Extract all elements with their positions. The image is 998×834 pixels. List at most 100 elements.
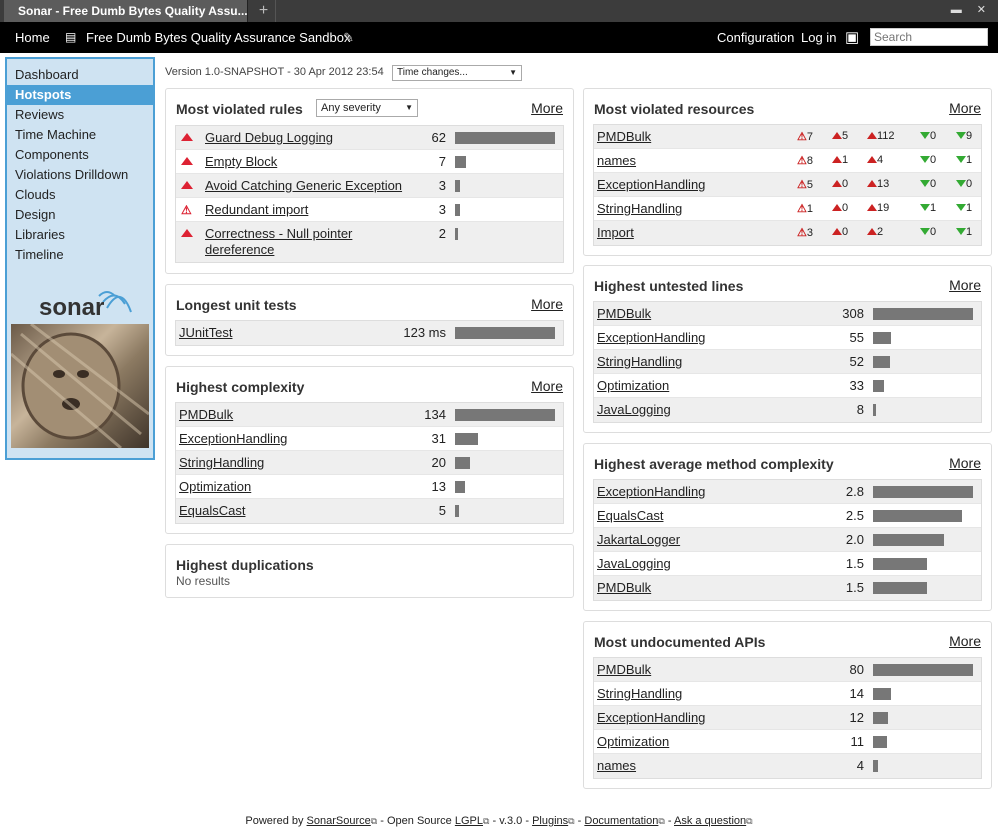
table-row: Empty Block 7 <box>176 150 563 174</box>
sonarsource-link[interactable]: SonarSource <box>307 815 371 827</box>
violation-bar <box>455 180 460 192</box>
resource-link[interactable]: Optimization <box>179 479 251 494</box>
more-link[interactable]: More <box>949 455 981 471</box>
violated-resources-table: PMDBulk ⚠7 5 112 0 9 names ⚠8 1 4 0 1 Ex… <box>593 124 982 246</box>
resource-link[interactable]: JavaLogging <box>597 556 671 571</box>
browser-tab[interactable]: Sonar - Free Dumb Bytes Quality Assu... <box>4 0 248 22</box>
table-row: Correctness - Null pointer dereference 2 <box>176 222 563 262</box>
resource-link[interactable]: names <box>597 153 636 168</box>
resource-link[interactable]: ExceptionHandling <box>179 431 287 446</box>
resource-link[interactable]: StringHandling <box>179 455 264 470</box>
major-count: 19 <box>867 202 889 214</box>
resource-link[interactable]: EqualsCast <box>597 508 663 523</box>
lgpl-link[interactable]: LGPL <box>455 815 483 827</box>
resource-link[interactable]: ExceptionHandling <box>597 177 705 192</box>
rule-link[interactable]: Avoid Catching Generic Exception <box>205 178 402 193</box>
resource-link[interactable]: Optimization <box>597 378 669 393</box>
resource-link[interactable]: ExceptionHandling <box>597 330 705 345</box>
documentation-link[interactable]: Documentation <box>584 815 658 827</box>
configuration-link[interactable]: Configuration <box>717 30 794 45</box>
project-title[interactable]: Free Dumb Bytes Quality Assurance Sandbo… <box>86 30 350 45</box>
major-icon <box>867 204 877 211</box>
more-link[interactable]: More <box>531 100 563 116</box>
resource-link[interactable]: StringHandling <box>597 201 682 216</box>
resource-link[interactable]: names <box>597 758 636 773</box>
major-count: 4 <box>867 154 883 166</box>
window-controls[interactable]: ▬ ✕ <box>951 3 992 16</box>
favourite-icon[interactable]: ✎ <box>343 30 354 46</box>
time-changes-select[interactable]: Time changes... ▼ <box>392 65 522 81</box>
home-link[interactable]: Home <box>15 30 50 45</box>
resource-link[interactable]: ExceptionHandling <box>597 710 705 725</box>
table-row: ExceptionHandling ⚠5 0 13 0 0 <box>594 173 981 197</box>
resource-link[interactable]: ExceptionHandling <box>597 484 705 499</box>
violation-count: 3 <box>438 178 446 193</box>
print-icon[interactable]: ▣ <box>845 28 859 46</box>
footer: Powered by SonarSource⧉ - Open Source LG… <box>0 815 998 827</box>
resource-link[interactable]: PMDBulk <box>597 129 651 144</box>
complexity-value: 2.8 <box>845 484 864 499</box>
info-icon <box>956 204 966 211</box>
resource-link[interactable]: PMDBulk <box>597 662 651 677</box>
info-count: 1 <box>956 202 972 214</box>
untested-value: 33 <box>849 378 864 393</box>
resource-link[interactable]: JavaLogging <box>597 402 671 417</box>
untested-bar <box>873 356 890 368</box>
major-count: 2 <box>867 226 883 238</box>
table-row: Guard Debug Logging 62 <box>176 126 563 150</box>
sidebar-item-reviews[interactable]: Reviews <box>7 105 153 125</box>
rule-link[interactable]: Correctness - Null pointer dereference <box>205 226 352 258</box>
minor-value: 1 <box>930 202 937 214</box>
plugins-link[interactable]: Plugins <box>532 815 568 827</box>
sidebar-item-components[interactable]: Components <box>7 145 153 165</box>
minor-count: 0 <box>920 178 936 190</box>
ask-question-link[interactable]: Ask a question <box>674 815 746 827</box>
more-link[interactable]: More <box>531 378 563 394</box>
login-link[interactable]: Log in <box>801 30 836 45</box>
resource-link[interactable]: PMDBulk <box>179 407 233 422</box>
undocumented-value: 80 <box>849 662 864 677</box>
sidebar-item-time-machine[interactable]: Time Machine <box>7 125 153 145</box>
undocumented-bar <box>873 736 887 748</box>
resource-link[interactable]: Import <box>597 225 634 240</box>
sidebar-item-dashboard[interactable]: Dashboard <box>7 65 153 85</box>
minor-value: 0 <box>930 130 937 142</box>
undocumented-bar <box>873 664 973 676</box>
blocker-count: ⚠1 <box>797 202 813 215</box>
panel-title: Most undocumented APIs <box>594 634 766 650</box>
major-severity-icon <box>181 157 193 165</box>
sidebar-item-timeline[interactable]: Timeline <box>7 245 153 265</box>
resource-link[interactable]: JakartaLogger <box>597 532 680 547</box>
resource-link[interactable]: PMDBulk <box>597 580 651 595</box>
sidebar-item-design[interactable]: Design <box>7 205 153 225</box>
resource-link[interactable]: StringHandling <box>597 686 682 701</box>
critical-count: 5 <box>832 130 848 142</box>
resource-link[interactable]: StringHandling <box>597 354 682 369</box>
more-link[interactable]: More <box>949 277 981 293</box>
new-tab-button[interactable]: + <box>252 0 276 22</box>
major-severity-icon <box>181 133 193 141</box>
table-row: names ⚠8 1 4 0 1 <box>594 149 981 173</box>
more-link[interactable]: More <box>949 100 981 116</box>
table-row: ExceptionHandling 31 <box>176 427 563 451</box>
more-link[interactable]: More <box>949 633 981 649</box>
violation-bar <box>455 132 555 144</box>
rule-link[interactable]: Empty Block <box>205 154 277 169</box>
sidebar-item-libraries[interactable]: Libraries <box>7 225 153 245</box>
highest-duplications-panel: Highest duplications No results <box>165 544 574 598</box>
resource-link[interactable]: PMDBulk <box>597 306 651 321</box>
critical-count: 1 <box>832 154 848 166</box>
severity-select[interactable]: Any severity ▼ <box>316 99 418 117</box>
resource-link[interactable]: EqualsCast <box>179 503 245 518</box>
rule-link[interactable]: Redundant import <box>205 202 308 217</box>
sidebar-item-hotspots[interactable]: Hotspots <box>7 85 153 105</box>
resource-link[interactable]: JUnitTest <box>179 325 232 340</box>
search-input[interactable] <box>870 28 988 46</box>
sidebar-item-violations-drilldown[interactable]: Violations Drilldown <box>7 165 153 185</box>
resource-link[interactable]: Optimization <box>597 734 669 749</box>
sidebar-item-clouds[interactable]: Clouds <box>7 185 153 205</box>
sonar-logo[interactable]: sonar <box>7 274 153 324</box>
rule-link[interactable]: Guard Debug Logging <box>205 130 333 145</box>
table-row: ⚠ Redundant import 3 <box>176 198 563 222</box>
more-link[interactable]: More <box>531 296 563 312</box>
